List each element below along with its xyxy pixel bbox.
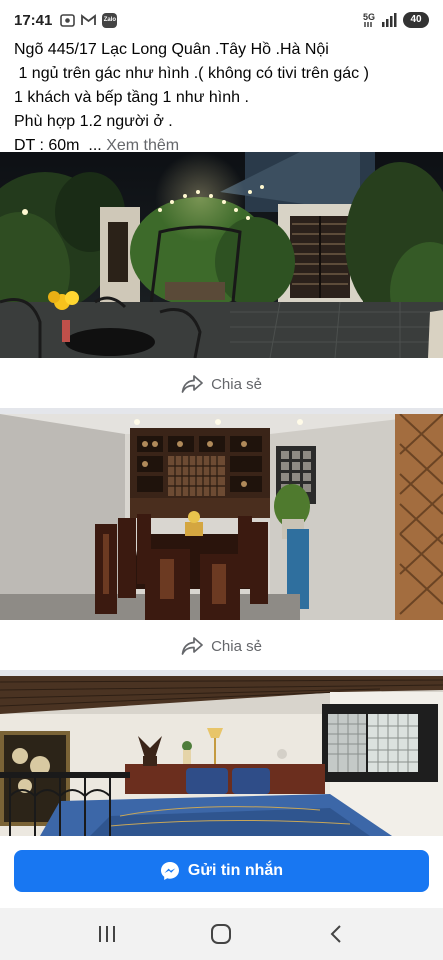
home-button[interactable] xyxy=(201,914,241,954)
signal-icon xyxy=(381,13,397,27)
status-time: 17:41 xyxy=(14,11,53,29)
screen-record-icon xyxy=(60,13,76,27)
share-arrow-icon xyxy=(181,374,203,394)
back-button[interactable] xyxy=(316,914,356,954)
network-indicator: 5G xyxy=(363,13,375,27)
recent-apps-icon xyxy=(97,925,117,943)
post-line-bedroom: 1 ngủ trên gác như hình .( không có tivi… xyxy=(14,65,369,82)
post-line-capacity: Phù hợp 1.2 người ở . xyxy=(14,113,173,130)
send-message-label: Gửi tin nhắn xyxy=(187,862,284,879)
status-bar: 17:41 Zalo 5G 40 xyxy=(0,0,443,40)
post-description: Ngõ 445/17 Lạc Long Quân .Tây Hồ .Hà Nội… xyxy=(14,38,434,158)
bedroom-photo[interactable] xyxy=(0,676,443,836)
post-line-living: 1 khách và bếp tầng 1 như hình . xyxy=(14,89,249,106)
share-label: Chia sẻ xyxy=(211,375,262,393)
system-indicators: 5G 40 xyxy=(363,12,429,28)
zalo-icon: Zalo xyxy=(102,12,118,28)
dining-room-photo[interactable] xyxy=(0,414,443,620)
home-icon xyxy=(210,923,232,945)
notification-icons: Zalo xyxy=(60,12,118,28)
recent-apps-button[interactable] xyxy=(87,914,127,954)
cta-area: Gửi tin nhắn xyxy=(0,836,443,908)
send-message-button[interactable]: Gửi tin nhắn xyxy=(14,850,429,892)
rooftop-garden-night-photo[interactable] xyxy=(0,152,443,358)
messenger-icon xyxy=(160,861,180,881)
system-nav-bar xyxy=(0,908,443,960)
back-icon xyxy=(329,924,343,944)
share-label: Chia sẻ xyxy=(211,637,262,655)
battery-indicator: 40 xyxy=(403,12,429,28)
post-line-address: Ngõ 445/17 Lạc Long Quân .Tây Hồ .Hà Nội xyxy=(14,41,329,58)
share-arrow-icon xyxy=(181,636,203,656)
share-row[interactable]: Chia sẻ xyxy=(0,358,443,410)
network-type-label: 5G xyxy=(362,12,375,22)
share-row[interactable]: Chia sẻ xyxy=(0,620,443,672)
gmail-icon xyxy=(81,14,97,26)
